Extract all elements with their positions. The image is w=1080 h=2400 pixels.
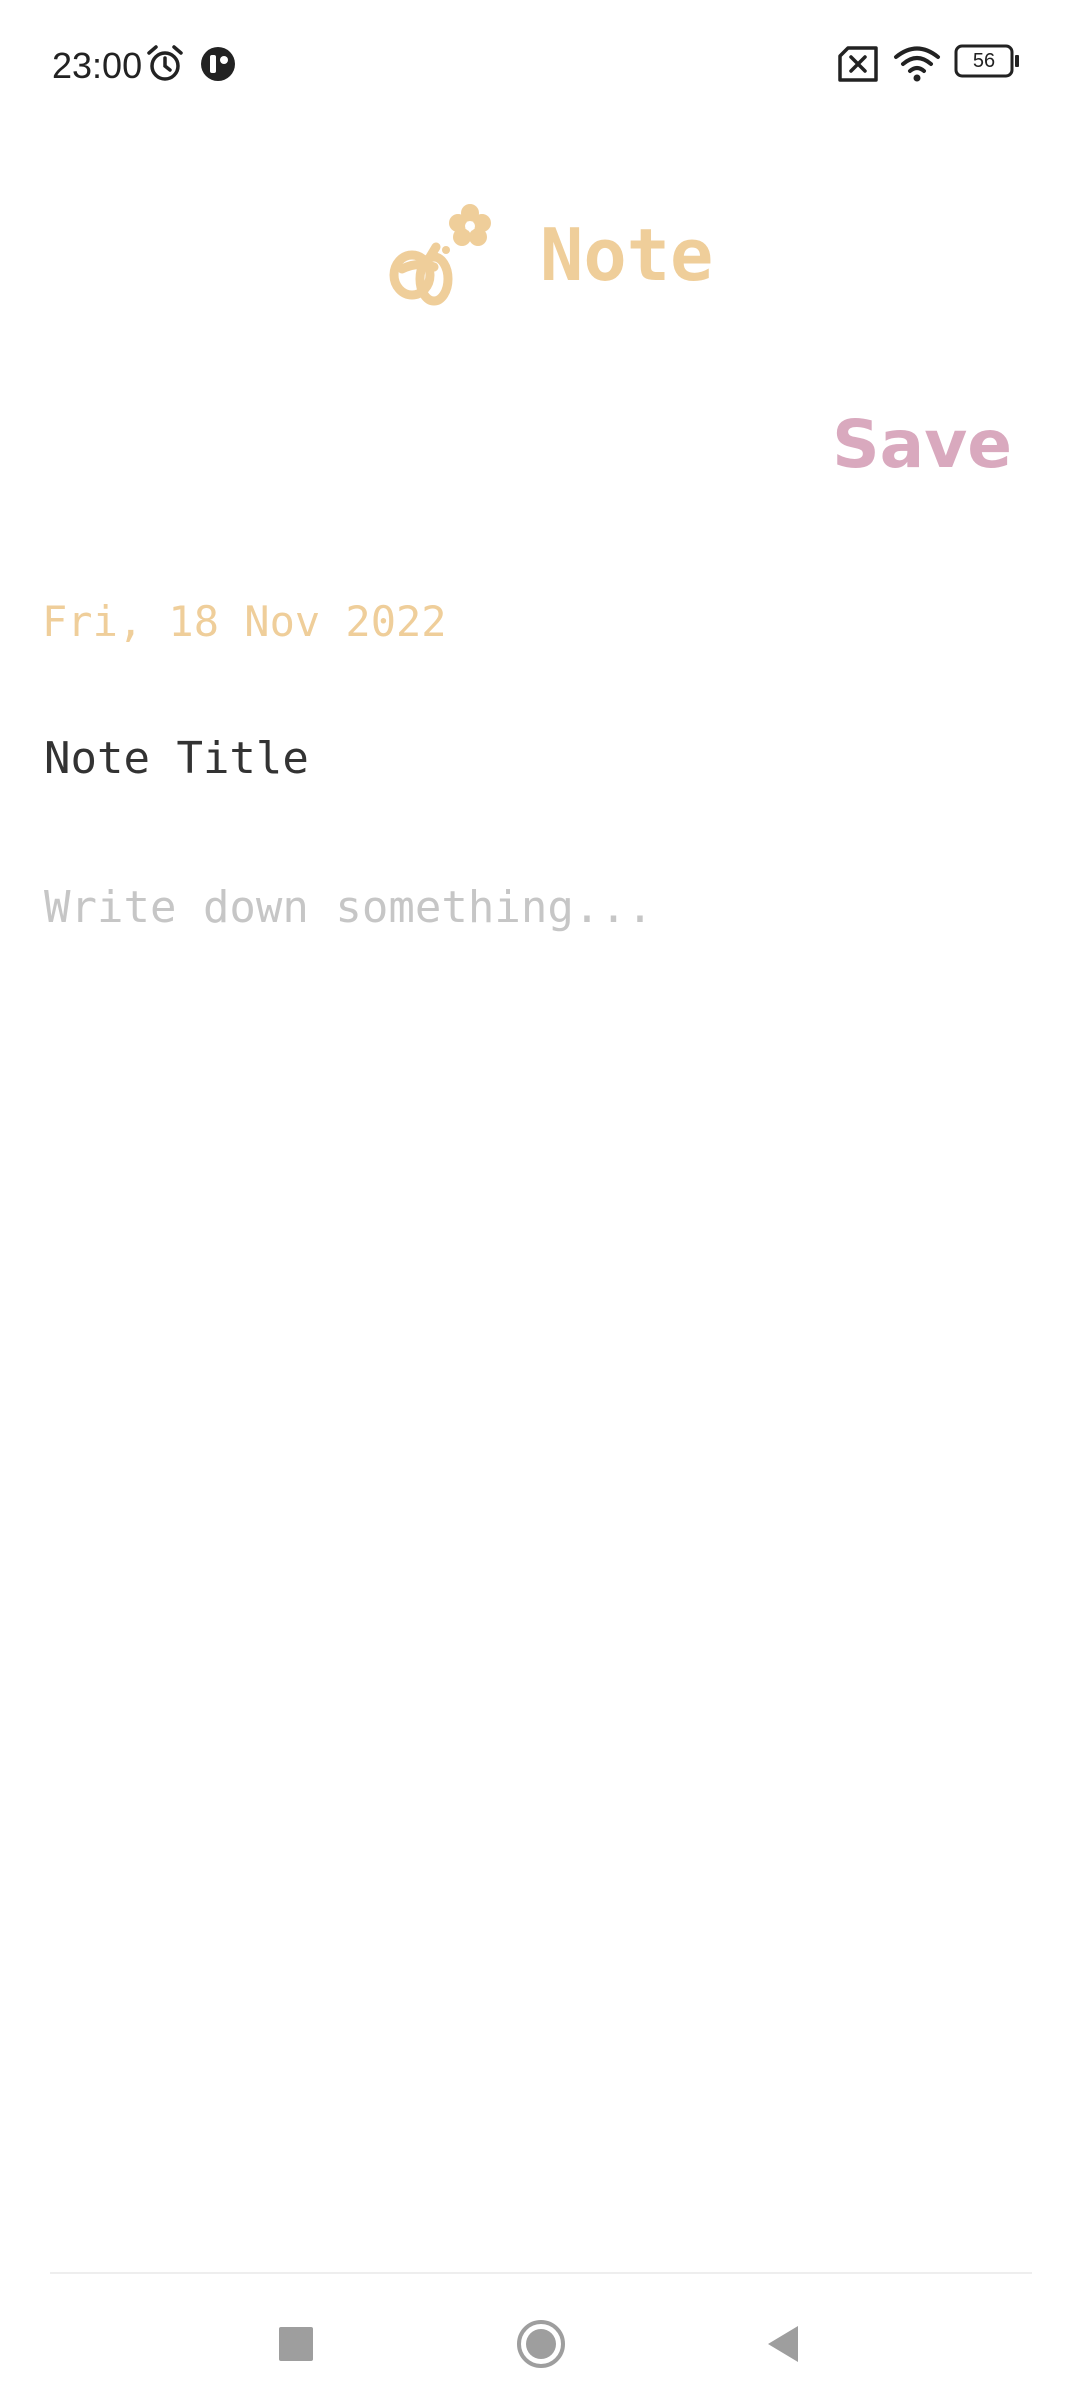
wifi-icon xyxy=(894,46,940,82)
battery-level: 56 xyxy=(972,50,996,72)
note-body-input[interactable] xyxy=(44,878,1034,2178)
app-notification-icon xyxy=(201,47,235,81)
back-button[interactable] xyxy=(754,2314,814,2374)
bee-flower-icon xyxy=(389,204,491,306)
app-header: Note xyxy=(0,185,1080,315)
app-title: Note xyxy=(540,213,714,297)
no-sim-icon xyxy=(838,46,878,82)
status-bar: 23:00 56 xyxy=(0,0,1080,130)
save-button[interactable]: Save xyxy=(832,405,1012,485)
note-date: Fri, 18 Nov 2022 xyxy=(42,597,447,646)
home-button[interactable] xyxy=(511,2314,571,2374)
battery-icon: 56 xyxy=(954,44,1020,78)
recents-button[interactable] xyxy=(266,2314,326,2374)
navigation-bar xyxy=(0,2274,1080,2400)
status-time: 23:00 xyxy=(52,45,143,86)
note-title-input[interactable] xyxy=(44,728,1034,788)
alarm-icon xyxy=(147,45,183,81)
back-icon xyxy=(768,2326,798,2362)
home-icon xyxy=(517,2320,565,2368)
recents-icon xyxy=(279,2327,313,2361)
